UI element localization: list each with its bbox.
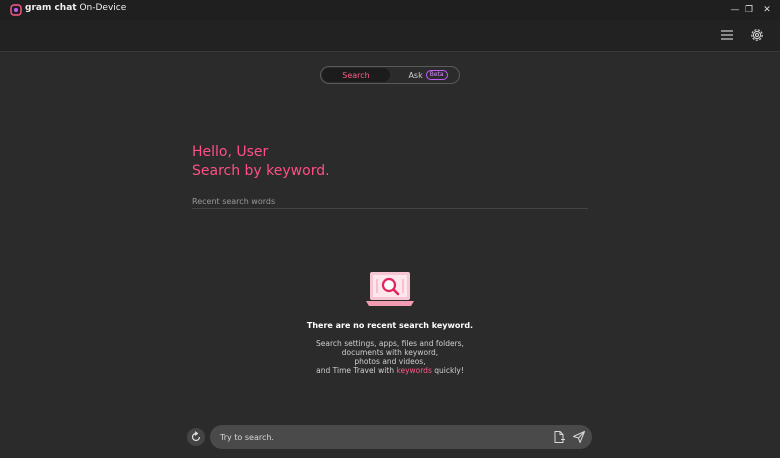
gear-icon[interactable] <box>749 27 765 43</box>
tab-ask-label: Ask <box>408 70 423 80</box>
close-button[interactable]: ✕ <box>754 0 780 20</box>
attach-file-icon[interactable] <box>552 430 566 444</box>
app-logo-icon <box>10 4 22 16</box>
keywords-highlight: keywords <box>396 366 432 375</box>
app-title: gram chat On-Device <box>25 3 127 13</box>
empty-state-title: There are no recent search keyword. <box>306 321 474 330</box>
send-icon[interactable] <box>572 430 586 444</box>
search-input[interactable] <box>220 429 540 445</box>
mode-toggle: Search Ask Beta <box>320 66 460 84</box>
title-bar: gram chat On-Device — ❐ ✕ <box>0 0 780 20</box>
laptop-magnifier-icon <box>366 272 414 306</box>
refresh-icon <box>191 431 201 442</box>
greeting-subtitle: Search by keyword. <box>192 163 330 179</box>
tab-search[interactable]: Search <box>322 68 390 82</box>
empty-state-description: Search settings, apps, files and folders… <box>316 339 464 375</box>
hamburger-menu-icon[interactable] <box>720 28 734 42</box>
tab-ask[interactable]: Ask Beta <box>399 68 457 82</box>
recent-search-label: Recent search words <box>192 197 276 206</box>
divider <box>192 208 588 209</box>
search-bar <box>210 425 592 449</box>
refresh-button[interactable] <box>187 428 205 446</box>
greeting-title: Hello, User <box>192 144 269 160</box>
beta-badge: Beta <box>425 70 448 80</box>
app-header <box>0 20 780 52</box>
